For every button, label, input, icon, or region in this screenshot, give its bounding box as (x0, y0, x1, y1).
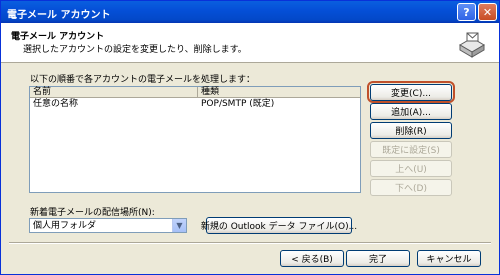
dialog-window: 電子メール アカウント ? ✕ 電子メール アカウント 選択したアカウントの設定… (0, 0, 500, 275)
finish-button[interactable]: 完了 (346, 250, 410, 267)
help-button[interactable]: ? (457, 3, 476, 21)
list-caption: 以下の順番で各アカウントの電子メールを処理します： (30, 75, 256, 85)
new-data-file-button[interactable]: 新規の Outlook データ ファイル(O)... (201, 217, 357, 234)
header-subtitle: 選択したアカウントの設定を変更したり、削除します。 (23, 45, 247, 55)
account-name: 任意の名称 (33, 99, 79, 109)
window-title: 電子メール アカウント (7, 10, 111, 21)
account-list[interactable]: 名前 種類 任意の名称 POP/SMTP (既定) (29, 86, 361, 193)
mail-accounts-icon (459, 32, 485, 58)
close-button[interactable]: ✕ (478, 3, 497, 21)
move-down-button[interactable]: 下へ(D) (370, 179, 452, 196)
title-bar: 電子メール アカウント ? ✕ (1, 1, 499, 23)
wizard-header: 電子メール アカウント 選択したアカウントの設定を変更したり、削除します。 (1, 23, 499, 63)
delivery-location-label: 新着電子メールの配信場所(N): (30, 208, 155, 218)
back-button[interactable]: < 戻る(B) (280, 250, 344, 267)
delivery-location-value: 個人用フォルダ (33, 221, 97, 231)
list-item[interactable]: 任意の名称 POP/SMTP (既定) (30, 99, 360, 110)
list-header: 名前 種類 (30, 87, 360, 98)
column-header-name[interactable]: 名前 (30, 87, 198, 97)
remove-button[interactable]: 削除(R) (370, 122, 452, 139)
account-type: POP/SMTP (既定) (201, 99, 275, 109)
delivery-location-select[interactable]: 個人用フォルダ ▼ (29, 218, 187, 233)
cancel-button[interactable]: キャンセル (417, 250, 481, 267)
move-up-button[interactable]: 上へ(U) (370, 160, 452, 177)
add-button[interactable]: 追加(A)... (370, 103, 452, 120)
set-default-button[interactable]: 既定に設定(S) (370, 141, 452, 158)
change-button[interactable]: 変更(C)... (370, 84, 452, 101)
chevron-down-icon[interactable]: ▼ (172, 219, 186, 232)
footer-divider (9, 242, 491, 244)
column-header-type[interactable]: 種類 (198, 87, 219, 97)
header-title: 電子メール アカウント (11, 32, 105, 42)
